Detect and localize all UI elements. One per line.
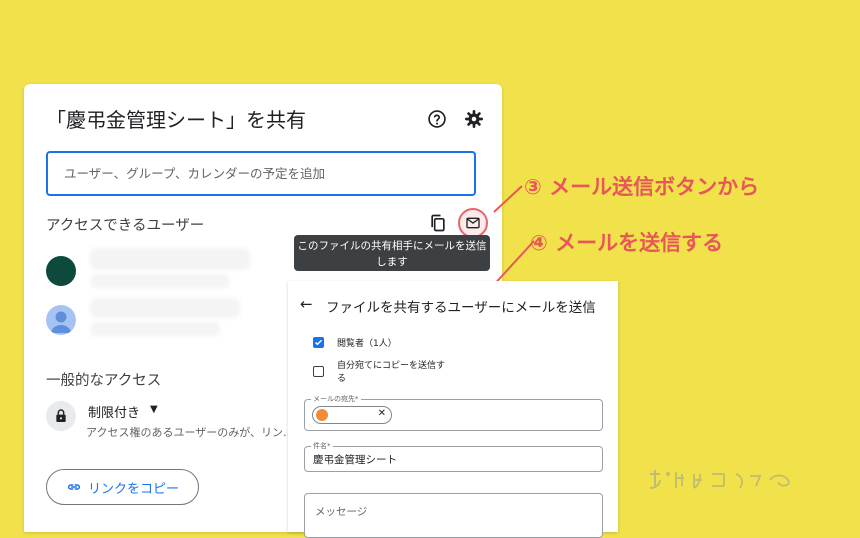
lock-icon	[56, 409, 66, 422]
link-icon	[67, 484, 81, 490]
arrow-left-icon[interactable]: ←	[300, 295, 313, 313]
blurred-user-info	[90, 322, 220, 336]
check-icon	[314, 339, 323, 346]
user-avatar	[46, 305, 76, 335]
copy-icon[interactable]	[428, 213, 448, 233]
person-icon	[51, 311, 71, 333]
caret-down-icon[interactable]: ▼	[150, 404, 158, 415]
copy-link-button[interactable]: リンクをコピー	[46, 469, 199, 505]
send-email-tooltip: このファイルの共有相手にメールを送信します	[294, 235, 490, 271]
close-icon[interactable]: ✕	[378, 408, 386, 419]
user-avatar	[46, 256, 76, 286]
access-heading: アクセスできるユーザー	[46, 218, 205, 234]
general-access-heading: 一般的なアクセス	[46, 373, 162, 389]
email-panel: ← ファイルを共有するユーザーにメールを送信 閲覧者（1人） 自分宛てにコピーを…	[288, 281, 618, 538]
viewers-checkbox[interactable]	[313, 337, 324, 348]
blog-logo-watermark	[649, 470, 790, 489]
message-placeholder: メッセージ	[315, 506, 368, 518]
subject-field[interactable]: 件名* 慶弔金管理シート	[304, 441, 603, 472]
copy-link-label: リンクをコピー	[87, 481, 179, 497]
annotation-step3: ③ メール送信ボタンから	[524, 175, 760, 199]
recipient-chip[interactable]: ✕	[312, 406, 392, 424]
subject-value: 慶弔金管理シート	[313, 454, 397, 466]
self-copy-checkbox[interactable]	[313, 366, 324, 377]
blurred-user-info	[90, 274, 230, 288]
help-circle-icon[interactable]	[427, 109, 447, 129]
message-field[interactable]: メッセージ	[304, 493, 603, 538]
viewers-label: 閲覧者（1人）	[337, 339, 397, 349]
dialog-title: 「慶弔金管理シート」を共有	[46, 108, 306, 132]
mail-icon	[466, 217, 480, 229]
blurred-user-info	[90, 248, 250, 270]
share-search-input[interactable]	[46, 151, 476, 196]
restriction-description: アクセス権のあるユーザーのみが、リン…	[86, 426, 295, 439]
lock-button	[46, 401, 76, 431]
send-email-button[interactable]	[458, 208, 488, 238]
gear-icon[interactable]	[464, 109, 484, 129]
email-recipient-field[interactable]: メールの宛先* ✕	[304, 394, 603, 431]
self-copy-label: 自分宛てにコピーを送信する	[337, 361, 446, 384]
subject-legend: 件名*	[311, 441, 333, 451]
email-panel-title: ファイルを共有するユーザーにメールを送信	[326, 300, 596, 316]
annotation-step4: ④ メールを送信する	[530, 231, 724, 255]
chip-avatar	[316, 409, 328, 421]
recipient-legend: メールの宛先*	[311, 394, 361, 404]
restriction-dropdown[interactable]: 制限付き	[88, 402, 140, 421]
blurred-user-info	[90, 298, 240, 318]
